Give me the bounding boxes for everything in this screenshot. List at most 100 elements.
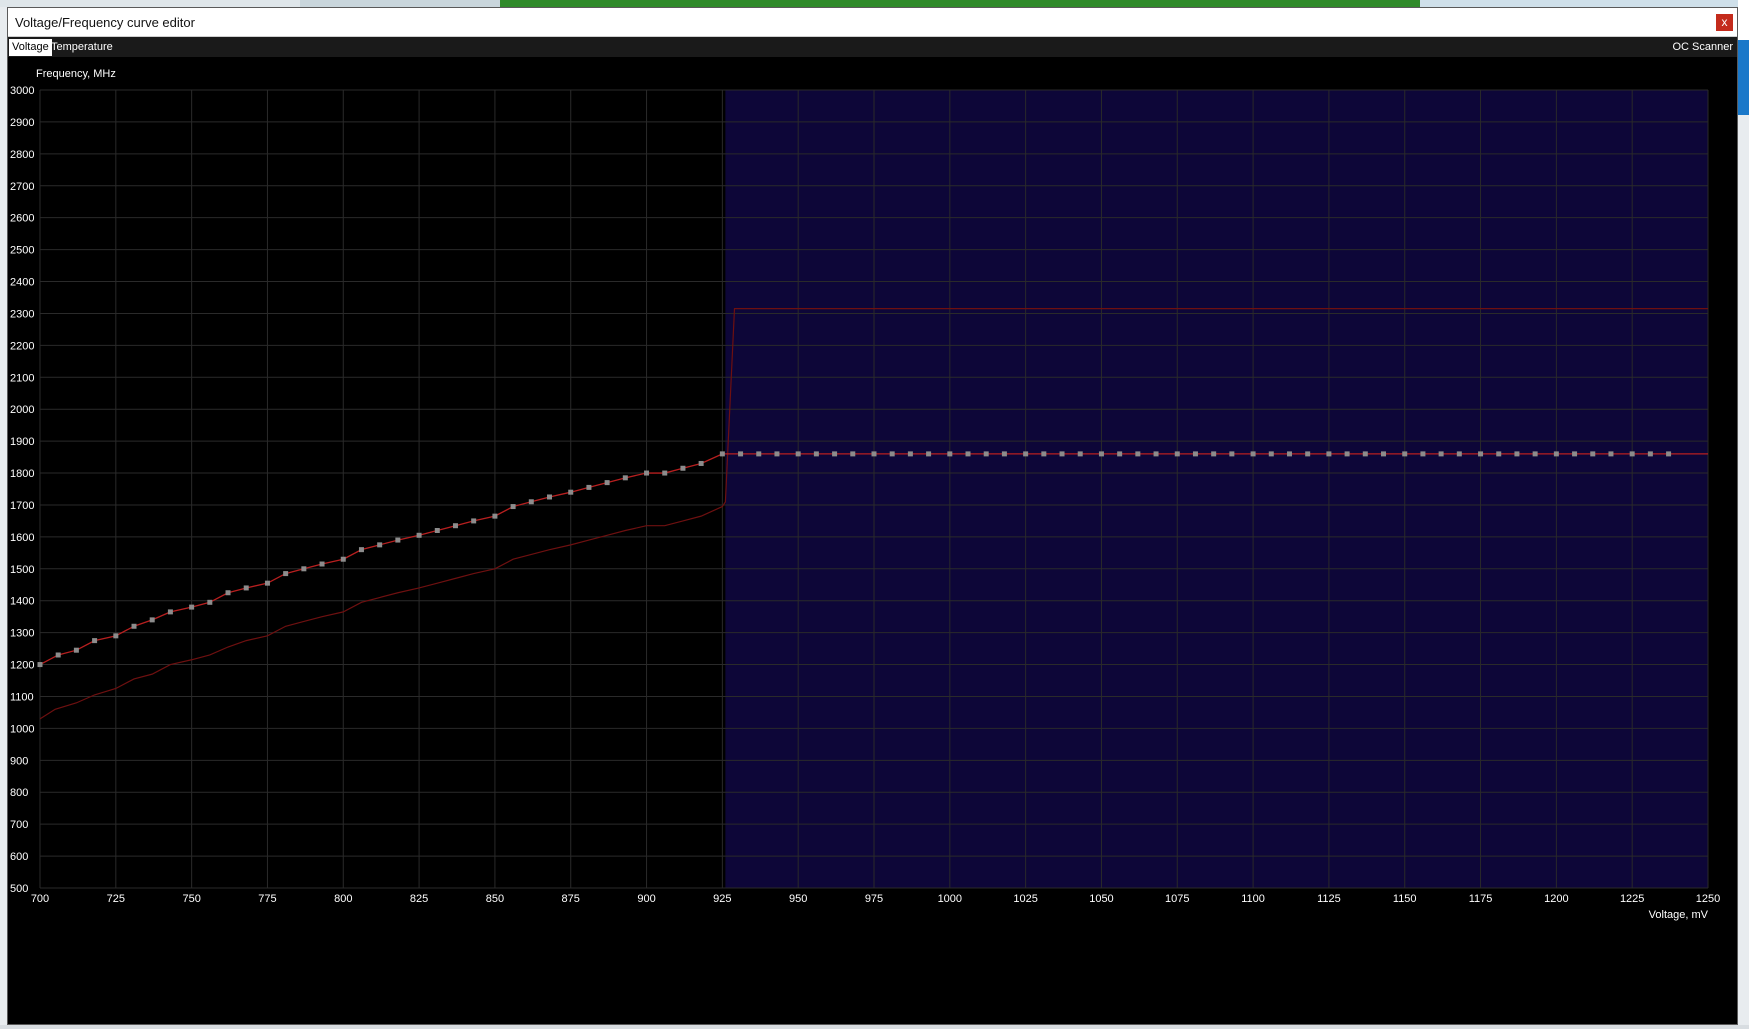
y-tick-label: 1900 [10, 436, 34, 448]
curve-point [1286, 451, 1292, 457]
curve-point [1572, 451, 1578, 457]
x-tick-label: 1100 [1241, 893, 1265, 905]
curve-point [680, 465, 686, 471]
x-tick-label: 1050 [1089, 893, 1113, 905]
x-tick-label: 925 [713, 893, 731, 905]
tab-temperature[interactable]: Temperature [48, 39, 116, 56]
curve-point [1041, 451, 1047, 457]
x-tick-label: 1150 [1393, 893, 1417, 905]
curve-point [1590, 451, 1596, 457]
curve-point [1629, 451, 1635, 457]
y-tick-label: 2800 [10, 149, 34, 161]
curve-point [1647, 451, 1653, 457]
vf-curve-chart[interactable]: 700 725 750 775 800 825 850 875 900 925 950 975 1000… [8, 57, 1737, 1024]
curve-point [1608, 451, 1614, 457]
curve-point [395, 537, 401, 543]
curve-point [756, 451, 762, 457]
curve-point [965, 451, 971, 457]
x-tick-label: 1175 [1469, 893, 1493, 905]
x-tick-label: 1225 [1620, 893, 1644, 905]
curve-point [1077, 451, 1083, 457]
curve-point [55, 652, 61, 658]
locked-voltage-region [725, 90, 1708, 888]
y-tick-label: 700 [10, 819, 28, 831]
title-bar[interactable]: Voltage/Frequency curve editor x [8, 8, 1737, 37]
y-tick-label: 500 [10, 883, 28, 895]
x-tick-label: 1075 [1165, 893, 1189, 905]
curve-point [1211, 451, 1217, 457]
x-tick-label: 1000 [938, 893, 962, 905]
x-tick-label: 875 [562, 893, 580, 905]
x-tick-label: 1200 [1544, 893, 1568, 905]
curve-point [113, 633, 119, 639]
curve-point [889, 451, 895, 457]
curve-point [586, 484, 592, 490]
x-tick-label: 975 [865, 893, 883, 905]
curve-point [1438, 451, 1444, 457]
curve-point [207, 599, 213, 605]
curve-point [1117, 451, 1123, 457]
curve-point [1456, 451, 1462, 457]
curve-point [377, 542, 383, 548]
x-tick-label: 850 [486, 893, 504, 905]
curve-point [926, 451, 932, 457]
curve-point [795, 451, 801, 457]
curve-point [1344, 451, 1350, 457]
curve-point [813, 451, 819, 457]
curve-point [662, 470, 668, 476]
oc-scanner-button[interactable]: OC Scanner [1672, 39, 1733, 56]
curve-point [1362, 451, 1368, 457]
curve-point [1174, 451, 1180, 457]
taskbar-edge [0, 1025, 1749, 1029]
curve-point [568, 489, 574, 495]
curve-point [644, 470, 650, 476]
close-button[interactable]: x [1716, 14, 1733, 31]
curve-point [1478, 451, 1484, 457]
curve-point [189, 604, 195, 610]
y-tick-label: 2200 [10, 340, 34, 352]
curve-point [1192, 451, 1198, 457]
desktop-background-strip [0, 0, 1749, 7]
x-tick-label: 1125 [1317, 893, 1341, 905]
curve-point [738, 451, 744, 457]
y-tick-label: 2600 [10, 213, 34, 225]
curve-point [131, 623, 137, 629]
curve-point [37, 662, 43, 668]
curve-point [243, 585, 249, 591]
y-tick-label: 1200 [10, 660, 34, 672]
y-tick-label: 2400 [10, 277, 34, 289]
y-tick-label: 3000 [10, 85, 34, 97]
y-tick-label: 1500 [10, 564, 34, 576]
y-tick-label: 1100 [10, 691, 34, 703]
curve-point [1380, 451, 1386, 457]
curve-point [92, 638, 98, 644]
x-tick-label: 800 [334, 893, 352, 905]
curve-point [1326, 451, 1332, 457]
x-tick-label: 700 [31, 893, 49, 905]
curve-point [1001, 451, 1007, 457]
y-tick-label: 1800 [10, 468, 34, 480]
curve-point [604, 480, 610, 486]
curve-point [340, 556, 346, 562]
curve-point [698, 460, 704, 466]
curve-point [850, 451, 856, 457]
x-tick-label: 825 [410, 893, 428, 905]
curve-point [1250, 451, 1256, 457]
curve-point [947, 451, 953, 457]
curve-point [1098, 451, 1104, 457]
tab-voltage[interactable]: Voltage [9, 39, 52, 56]
curve-point [416, 532, 422, 538]
curve-point [719, 451, 725, 457]
x-tick-label: 750 [182, 893, 200, 905]
x-axis-title: Voltage, mV [1649, 909, 1709, 921]
curve-point [434, 527, 440, 533]
curve-point [1153, 451, 1159, 457]
curve-point [225, 590, 231, 596]
curve-point [528, 499, 534, 505]
curve-point [452, 523, 458, 529]
curve-point [1059, 451, 1065, 457]
curve-point [1268, 451, 1274, 457]
curve-point [774, 451, 780, 457]
curve-point [319, 561, 325, 567]
x-tick-label: 725 [107, 893, 125, 905]
